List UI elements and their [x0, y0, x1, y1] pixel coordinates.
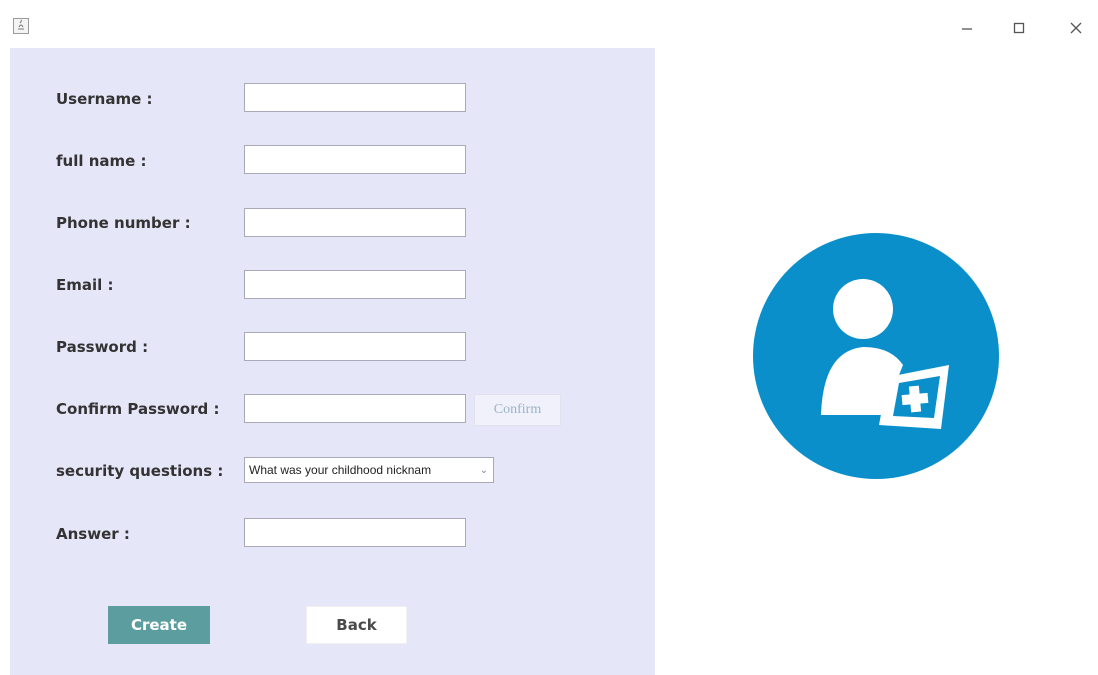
password-label: Password :	[56, 338, 149, 356]
registration-form-panel: Username : full name : Phone number : Em…	[10, 48, 655, 675]
chevron-down-icon: ⌄	[479, 465, 488, 476]
back-button[interactable]: Back	[306, 606, 407, 644]
confirm-button[interactable]: Confirm	[474, 394, 561, 426]
create-button[interactable]: Create	[108, 606, 210, 644]
close-icon	[1070, 22, 1082, 34]
answer-input[interactable]	[244, 518, 466, 547]
username-input[interactable]	[244, 83, 466, 112]
answer-label: Answer :	[56, 525, 130, 543]
minimize-icon	[962, 28, 972, 30]
title-bar	[0, 0, 1098, 48]
email-input[interactable]	[244, 270, 466, 299]
confirm-password-label: Confirm Password :	[56, 400, 220, 418]
full-name-label: full name :	[56, 152, 147, 170]
security-question-selected: What was your childhood nicknam	[249, 463, 432, 477]
close-button[interactable]	[1062, 14, 1090, 42]
phone-number-label: Phone number :	[56, 214, 191, 232]
confirm-password-input[interactable]	[244, 394, 466, 423]
security-questions-label: security questions :	[56, 462, 224, 480]
maximize-icon	[1013, 22, 1025, 34]
java-app-icon	[13, 18, 29, 34]
phone-number-input[interactable]	[244, 208, 466, 237]
full-name-input[interactable]	[244, 145, 466, 174]
password-input[interactable]	[244, 332, 466, 361]
security-question-select[interactable]: What was your childhood nicknam ⌄	[244, 457, 494, 483]
email-label: Email :	[56, 276, 114, 294]
username-label: Username :	[56, 90, 153, 108]
maximize-button[interactable]	[1005, 14, 1033, 42]
minimize-button[interactable]	[953, 14, 981, 42]
add-user-icon	[753, 233, 999, 479]
